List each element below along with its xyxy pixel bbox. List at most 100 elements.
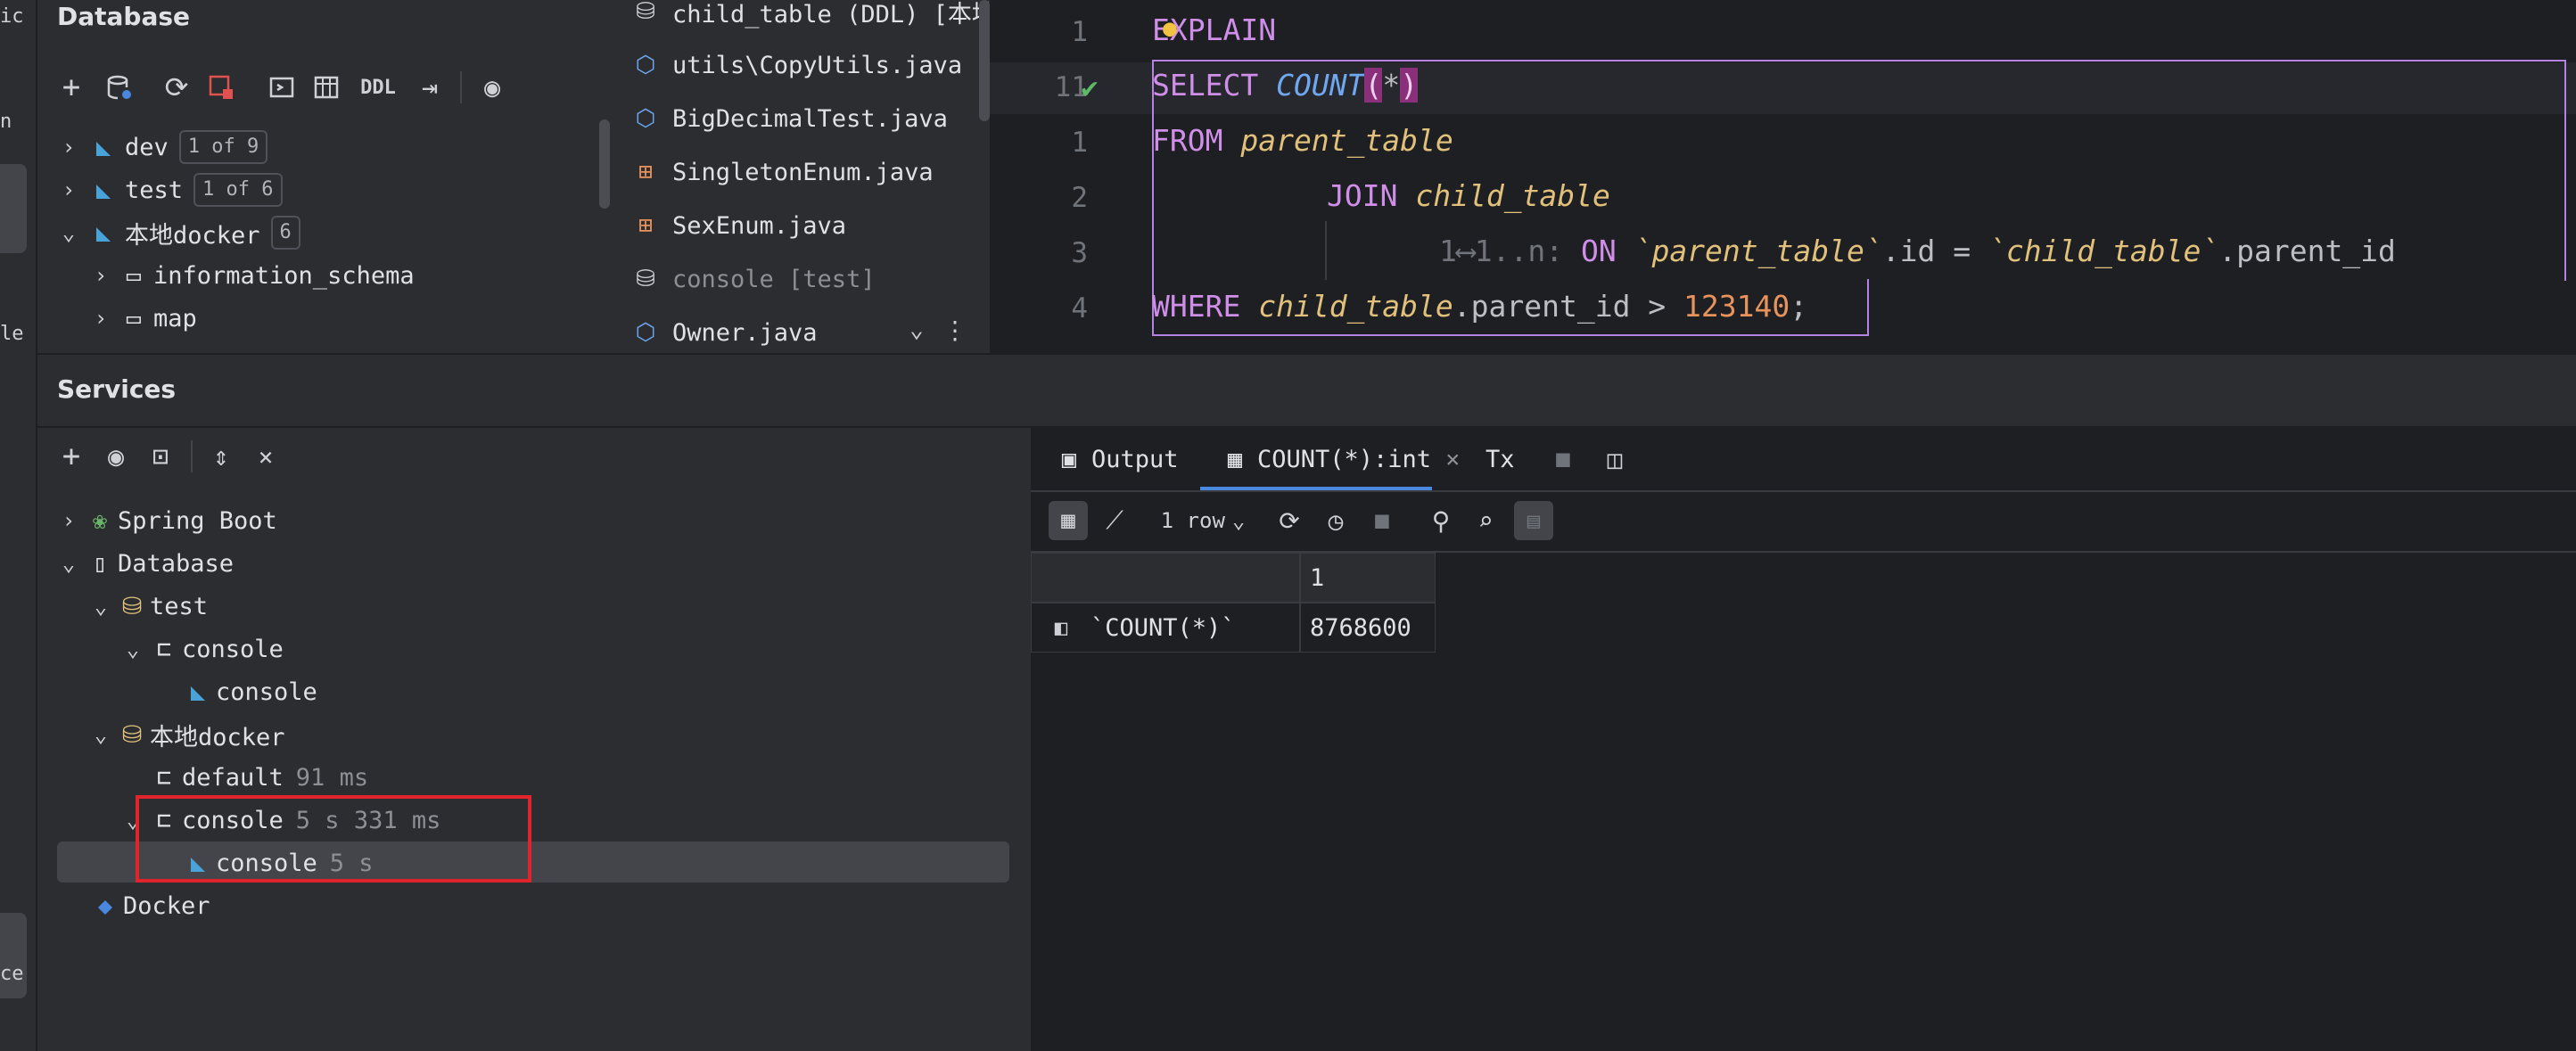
refresh-icon[interactable]: ⟳	[159, 70, 194, 105]
chevron-down-icon[interactable]: ⌄	[87, 594, 114, 619]
close-icon[interactable]: ×	[1445, 446, 1460, 473]
table-icon[interactable]	[309, 70, 344, 105]
activity-strip: ic n le ce	[0, 0, 37, 1051]
add-icon[interactable]: +	[53, 70, 89, 105]
file-item[interactable]: ⬡ BigDecimalTest.java	[630, 96, 948, 141]
lightbulb-icon[interactable]: ●	[1157, 15, 1182, 42]
column-header[interactable]: 1	[1300, 553, 1436, 603]
tree-item-information-schema[interactable]: › ▭ information_schema	[87, 256, 415, 295]
class-icon: ⬡	[635, 319, 656, 346]
eye-icon[interactable]: ◉	[473, 70, 512, 105]
service-docker[interactable]: ◆ Docker	[87, 886, 210, 925]
result-value-cell[interactable]: 8768600	[1300, 603, 1436, 653]
service-local-docker[interactable]: ⌄ ⛁ 本地docker	[87, 715, 285, 754]
scrollbar-thumb[interactable]	[599, 119, 610, 209]
toolbar-divider	[460, 71, 462, 103]
file-item[interactable]: ⊞ SexEnum.java	[630, 203, 846, 248]
chevron-down-icon[interactable]: ⌄	[901, 314, 933, 346]
datasource-properties-icon[interactable]	[102, 70, 137, 105]
tab-label: Output	[1091, 445, 1179, 473]
chevron-down-icon[interactable]: ⌄	[55, 551, 82, 576]
service-test[interactable]: ⌄ ⛁ test	[87, 587, 208, 626]
class-icon: ⬡	[635, 105, 656, 132]
strip-label: ic	[0, 5, 24, 28]
database-icon: ⛁	[636, 266, 655, 292]
spring-boot-icon: ❀	[92, 506, 108, 535]
tree-item-dev[interactable]: › ◣ dev 1 of 9	[55, 127, 268, 167]
add-icon[interactable]: +	[53, 439, 89, 474]
tree-item-map[interactable]: › ▭ map	[87, 299, 197, 338]
strip-label: le	[0, 323, 24, 345]
toolbar-divider	[191, 440, 193, 472]
chevron-down-icon[interactable]: ⌄	[87, 722, 114, 747]
chevron-right-icon[interactable]: ›	[87, 306, 114, 331]
file-item[interactable]: ⬡ Owner.java	[630, 310, 818, 355]
services-panel: Services + ◉ ⊡ ⇕ ⨯ › ❀ Spring Boot ⌄ ▯ D…	[37, 355, 2576, 1051]
layout-icon[interactable]: ◫	[1600, 444, 1630, 474]
table-view-icon[interactable]: ▦	[1049, 501, 1088, 540]
schema-count-badge[interactable]: 6	[270, 216, 300, 250]
strip-services-tool[interactable]: ce	[0, 913, 27, 998]
jump-icon[interactable]: ⇥	[412, 70, 448, 105]
chevron-right-icon[interactable]: ›	[87, 263, 114, 288]
database-icon: ⛁	[121, 720, 143, 749]
service-test-console[interactable]: ◣ console	[180, 672, 317, 711]
chevron-right-icon[interactable]: ›	[55, 135, 82, 160]
enum-icon: ⊞	[638, 159, 653, 185]
ddl-button[interactable]: DDL	[353, 70, 403, 105]
tree-item-local-docker[interactable]: ⌄ ◣ 本地docker 6	[55, 213, 300, 252]
history-icon[interactable]: ◷	[1318, 501, 1354, 540]
chevron-down-icon[interactable]: ⌄	[55, 220, 82, 245]
line-number: 2	[1071, 182, 1088, 214]
tab-output[interactable]: ▣ Output	[1054, 428, 1179, 490]
tab-result[interactable]: ▦ COUNT(*):int ×	[1220, 428, 1460, 490]
sql-editor[interactable]: 1 11 ✔ 1 2 3 4 EXPLAIN ● SELECT COUNT(*)…	[990, 0, 2576, 353]
row-count-select[interactable]: 1 row ⌄	[1154, 501, 1252, 540]
tab-label: Tx	[1486, 445, 1515, 473]
chevron-right-icon[interactable]: ›	[55, 508, 82, 533]
service-test-console-session[interactable]: ⌄ ⊏ console	[119, 629, 284, 669]
code-line-6: WHERE child_table.parent_id > 123140;	[1152, 289, 1808, 324]
chart-view-icon[interactable]: ⟋	[1095, 501, 1134, 540]
tree-item-label: dev	[125, 133, 169, 161]
schema-count-badge[interactable]: 1 of 9	[178, 130, 268, 164]
collapse-all-icon[interactable]: ⨯	[248, 439, 284, 474]
stop-icon[interactable]: ■	[1364, 501, 1400, 540]
service-label: console	[182, 635, 284, 663]
tree-item-label: test	[125, 176, 184, 204]
schema-count-badge[interactable]: 1 of 6	[193, 173, 283, 207]
file-item[interactable]: ⛁ console [test]	[630, 257, 875, 301]
table-icon: ▦	[1227, 445, 1243, 473]
compare-icon[interactable]: ▤	[1514, 501, 1553, 540]
service-spring-boot[interactable]: › ❀ Spring Boot	[55, 501, 277, 540]
refresh-icon[interactable]: ⟳	[1272, 501, 1307, 540]
expand-all-icon[interactable]: ⇕	[203, 439, 239, 474]
chevron-down-icon[interactable]: ⌄	[119, 636, 146, 661]
more-options-icon[interactable]: ⋮	[942, 314, 968, 346]
stop-icon[interactable]: ■	[1548, 444, 1578, 474]
new-group-icon[interactable]: ⊡	[143, 439, 178, 474]
strip-active-tool[interactable]	[0, 164, 27, 253]
file-item[interactable]: ⊞ SingletonEnum.java	[630, 150, 933, 194]
code-line-4: JOIN child_table	[1327, 178, 1610, 213]
file-item[interactable]: ⬡ utils\CopyUtils.java	[630, 43, 962, 87]
file-item[interactable]: ⛁ child_table (DDL) [本地	[630, 0, 996, 34]
tree-item-label: map	[153, 304, 197, 333]
service-default-session[interactable]: ⊏ default 91 ms	[146, 758, 368, 797]
enum-icon: ⊞	[638, 212, 653, 239]
service-database[interactable]: ⌄ ▯ Database	[55, 544, 234, 583]
row-detail-icon[interactable]: ◧	[1047, 613, 1075, 642]
service-label: Database	[118, 549, 235, 578]
pin-icon[interactable]: ⚲	[1423, 501, 1459, 540]
schema-icon: ▭	[126, 261, 142, 290]
tree-item-test[interactable]: › ◣ test 1 of 6	[55, 170, 283, 209]
indent-guide	[1325, 221, 1327, 280]
grid-corner	[1031, 553, 1300, 603]
eye-icon[interactable]: ◉	[98, 439, 134, 474]
chevron-right-icon[interactable]: ›	[55, 177, 82, 202]
disconnect-icon[interactable]	[203, 70, 239, 105]
console-icon[interactable]	[264, 70, 300, 105]
search-icon[interactable]: ⌕	[1468, 501, 1503, 540]
scrollbar-thumb[interactable]	[979, 0, 990, 121]
tab-tx[interactable]: Tx	[1486, 428, 1515, 490]
